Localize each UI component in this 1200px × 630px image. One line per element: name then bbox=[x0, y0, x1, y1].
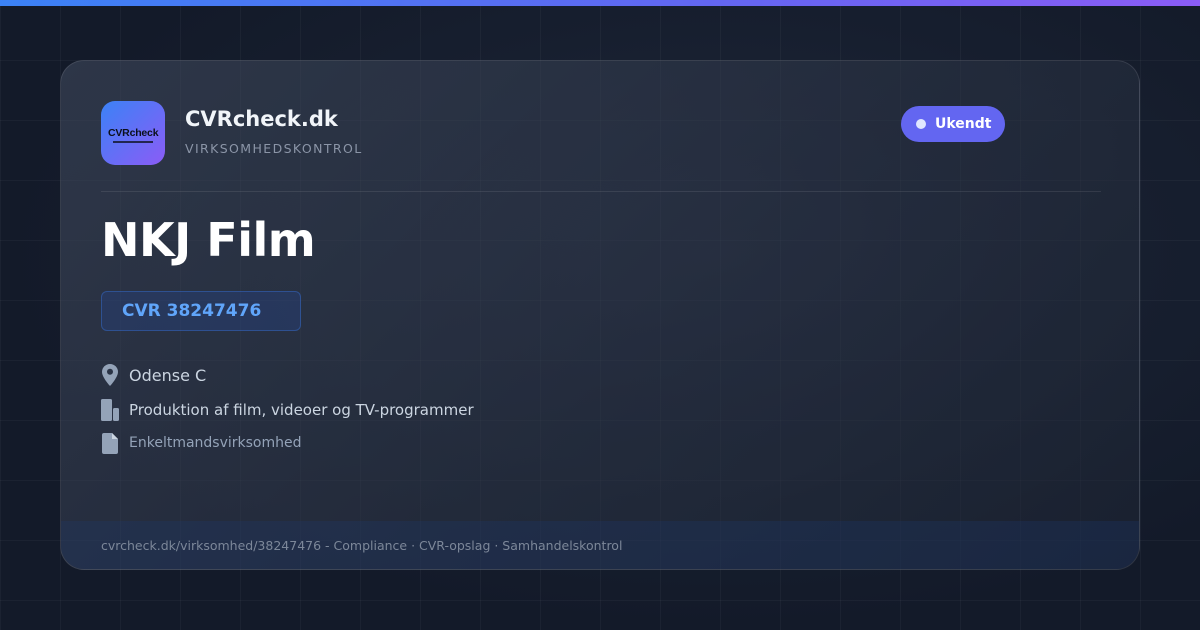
map-pin-icon bbox=[101, 363, 119, 387]
brand-logo-underline bbox=[113, 141, 153, 143]
header-divider bbox=[101, 191, 1101, 192]
brand-logo-text: CVRcheck bbox=[108, 127, 159, 139]
top-accent-bar bbox=[0, 0, 1200, 6]
industry-text: Produktion af film, videoer og TV-progra… bbox=[129, 401, 474, 419]
status-badge: Ukendt bbox=[901, 106, 1005, 142]
document-icon bbox=[101, 431, 119, 455]
company-card: CVRcheck CVRcheck.dk VIRKSOMHEDSKONTROL … bbox=[60, 60, 1140, 570]
location-row: Odense C bbox=[101, 363, 206, 387]
location-text: Odense C bbox=[129, 365, 207, 385]
industry-row: Produktion af film, videoer og TV-progra… bbox=[101, 398, 474, 422]
footer: cvrcheck.dk/virksomhed/38247476 - Compli… bbox=[61, 521, 1139, 569]
brand-name: CVRcheck.dk bbox=[185, 107, 338, 131]
status-label: Ukendt bbox=[935, 116, 992, 132]
cvr-number: CVR 38247476 bbox=[122, 301, 262, 321]
company-type-row: Enkeltmandsvirksomhed bbox=[101, 431, 302, 455]
building-icon bbox=[101, 398, 119, 422]
footer-text: cvrcheck.dk/virksomhed/38247476 - Compli… bbox=[101, 537, 623, 553]
company-type-text: Enkeltmandsvirksomhed bbox=[129, 435, 302, 451]
brand-logo-mark: CVRcheck bbox=[108, 123, 159, 143]
status-dot-icon bbox=[916, 119, 926, 129]
cvr-badge: CVR 38247476 bbox=[101, 291, 301, 331]
brand-logo: CVRcheck bbox=[101, 101, 165, 165]
brand-tagline: VIRKSOMHEDSKONTROL bbox=[185, 141, 363, 156]
company-name: NKJ Film bbox=[101, 213, 316, 267]
